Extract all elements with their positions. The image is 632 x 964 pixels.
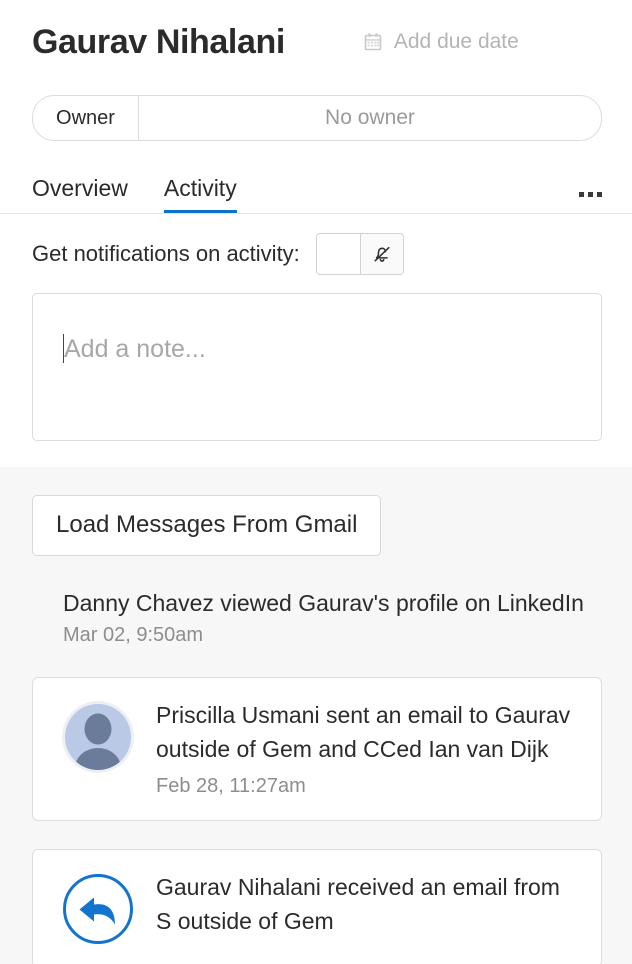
owner-value[interactable]: No owner <box>139 96 601 140</box>
bell-slash-icon <box>374 246 390 262</box>
ellipsis-icon-dot <box>597 192 602 197</box>
add-note-input[interactable]: Add a note... <box>32 293 602 441</box>
activity-card-body: Priscilla Usmani sent an email to Gaurav… <box>139 698 581 800</box>
owner-label: Owner <box>33 96 139 140</box>
contact-activity-panel: Gaurav Nihalani Add due date Owner No ow… <box>0 0 632 964</box>
activity-card-text: Gaurav Nihalani received an email from S… <box>156 874 560 934</box>
activity-card-body: Gaurav Nihalani received an email from S… <box>139 870 581 938</box>
activity-card-text: Priscilla Usmani sent an email to Gaurav… <box>156 702 571 762</box>
reply-arrow-icon <box>63 874 133 944</box>
activity-card-icon-wrap <box>61 698 139 774</box>
overflow-menu-button[interactable] <box>579 192 602 213</box>
notifications-toggle-off[interactable] <box>359 234 403 274</box>
ellipsis-icon-dot <box>579 192 584 197</box>
activity-item-linkedin-view[interactable]: Danny Chavez viewed Gaurav's profile on … <box>32 586 602 649</box>
panel-top-section: Gaurav Nihalani Add due date Owner No ow… <box>0 0 632 467</box>
notifications-label: Get notifications on activity: <box>32 241 300 266</box>
activity-card-email-received[interactable]: Gaurav Nihalani received an email from S… <box>32 849 602 964</box>
add-note-placeholder: Add a note... <box>64 335 206 363</box>
add-due-date-label: Add due date <box>393 30 519 53</box>
notifications-row: Get notifications on activity: <box>0 214 632 276</box>
activity-item-timestamp: Mar 02, 9:50am <box>63 624 204 646</box>
activity-item-text: Danny Chavez viewed Gaurav's profile on … <box>63 590 584 616</box>
activity-card-email-sent[interactable]: Priscilla Usmani sent an email to Gaurav… <box>32 677 602 821</box>
calendar-icon <box>364 33 382 51</box>
add-due-date-button[interactable]: Add due date <box>363 30 519 54</box>
tab-overview[interactable]: Overview <box>32 175 128 213</box>
tab-activity[interactable]: Activity <box>163 175 237 213</box>
activity-card-timestamp: Feb 28, 11:27am <box>156 775 306 797</box>
notifications-toggle <box>315 233 404 275</box>
header: Gaurav Nihalani Add due date <box>0 0 632 62</box>
activity-card-icon-wrap <box>61 870 139 946</box>
tab-bar: Overview Activity <box>0 167 632 213</box>
activity-feed: Load Messages From Gmail Danny Chavez vi… <box>0 467 632 964</box>
notifications-toggle-on[interactable] <box>316 234 360 274</box>
avatar-placeholder-icon <box>62 701 134 773</box>
ellipsis-icon-dot <box>588 192 593 197</box>
owner-field: Owner No owner <box>32 95 602 141</box>
load-messages-from-gmail-button[interactable]: Load Messages From Gmail <box>32 495 382 556</box>
page-title: Gaurav Nihalani <box>32 23 285 61</box>
